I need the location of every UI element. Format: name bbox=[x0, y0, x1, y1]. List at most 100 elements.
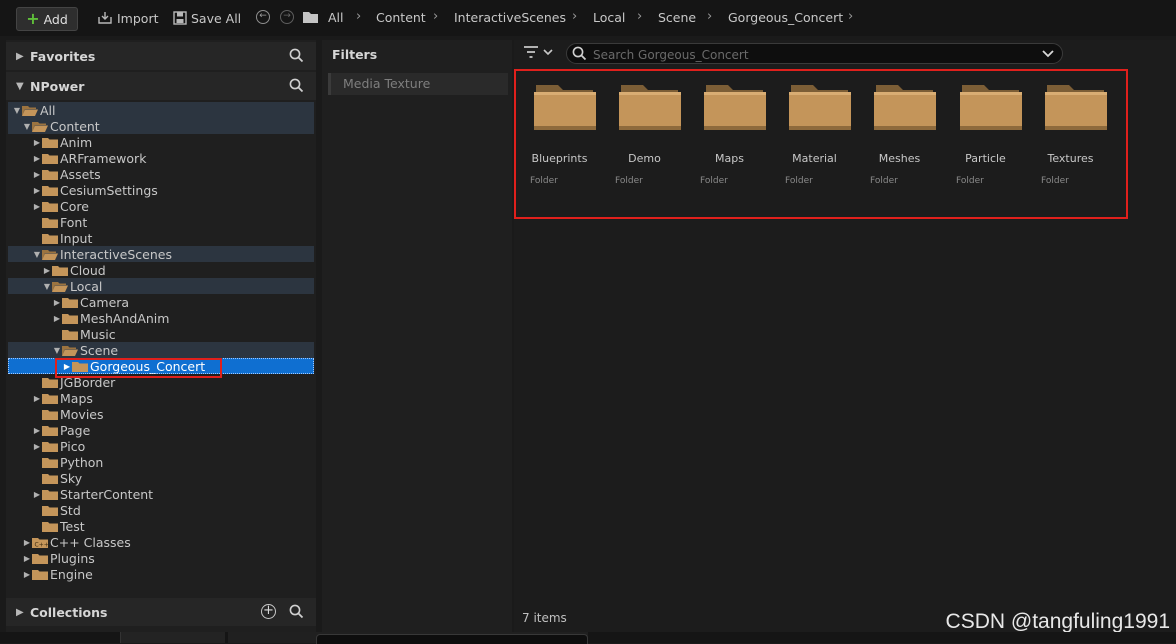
tree-item[interactable]: ▶ Engine bbox=[8, 566, 314, 582]
tree-item[interactable]: Test bbox=[8, 518, 314, 534]
tree-item[interactable]: ▶ Plugins bbox=[8, 550, 314, 566]
annotation-highlight-box bbox=[514, 69, 1128, 219]
caret-right-icon[interactable]: ▶ bbox=[22, 570, 32, 579]
tree-item[interactable]: ▶ ARFramework bbox=[8, 150, 314, 166]
caret-right-icon[interactable]: ▶ bbox=[32, 138, 42, 147]
folder-icon bbox=[42, 217, 58, 228]
folder-icon bbox=[42, 457, 58, 468]
tree-item[interactable]: ▶ StarterContent bbox=[8, 486, 314, 502]
tree-item[interactable]: ▼ InteractiveScenes bbox=[8, 246, 314, 262]
folder-icon bbox=[42, 393, 58, 404]
tree-item-label: Sky bbox=[60, 470, 83, 486]
project-header[interactable]: ▼ NPower bbox=[6, 72, 316, 100]
caret-right-icon[interactable]: ▶ bbox=[32, 442, 42, 451]
folder-icon bbox=[32, 553, 48, 564]
chevron-right-icon[interactable]: › bbox=[572, 9, 577, 24]
folder-icon bbox=[32, 569, 48, 580]
tree-item[interactable]: ▼ Content bbox=[8, 118, 314, 134]
breadcrumb-gorgeous-concert[interactable]: Gorgeous_Concert bbox=[728, 10, 843, 25]
chevron-right-icon[interactable]: › bbox=[356, 9, 361, 24]
tree-item[interactable]: Movies bbox=[8, 406, 314, 422]
tree-item[interactable]: ▼ All bbox=[8, 102, 314, 118]
tree-item[interactable]: Std bbox=[8, 502, 314, 518]
tree-item-label: Movies bbox=[60, 406, 104, 422]
add-button[interactable]: + Add bbox=[16, 7, 78, 31]
tree-item[interactable]: ▶ C++ C++ Classes bbox=[8, 534, 314, 550]
tree-item[interactable]: ▶ Pico bbox=[8, 438, 314, 454]
favorites-header[interactable]: ▶ Favorites bbox=[6, 42, 316, 70]
chevron-right-icon[interactable]: › bbox=[707, 9, 712, 24]
caret-right-icon[interactable]: ▶ bbox=[22, 554, 32, 563]
tree-item-label: All bbox=[40, 102, 56, 118]
tree-item[interactable]: ▶ Cloud bbox=[8, 262, 314, 278]
folder-icon bbox=[42, 153, 58, 164]
asset-search-bar[interactable] bbox=[566, 43, 1063, 64]
caret-right-icon[interactable]: ▶ bbox=[22, 538, 32, 547]
caret-right-icon[interactable]: ▶ bbox=[32, 426, 42, 435]
caret-down-icon[interactable]: ▼ bbox=[12, 106, 22, 115]
caret-right-icon[interactable]: ▶ bbox=[32, 394, 42, 403]
caret-down-icon[interactable]: ▼ bbox=[16, 81, 28, 92]
tree-item[interactable]: ▶ MeshAndAnim bbox=[8, 310, 314, 326]
breadcrumb-interactivescenes[interactable]: InteractiveScenes bbox=[454, 10, 566, 25]
filter-item-media-texture[interactable]: Media Texture bbox=[328, 73, 508, 95]
chevron-right-icon[interactable]: › bbox=[637, 9, 642, 24]
caret-right-icon[interactable]: ▶ bbox=[32, 202, 42, 211]
tree-item[interactable]: Sky bbox=[8, 470, 314, 486]
caret-right-icon[interactable]: ▶ bbox=[16, 607, 28, 618]
tree-item[interactable]: Python bbox=[8, 454, 314, 470]
save-all-button[interactable]: Save All bbox=[173, 7, 241, 29]
folder-icon bbox=[62, 297, 78, 308]
caret-right-icon[interactable]: ▶ bbox=[32, 154, 42, 163]
tree-item[interactable]: ▼ Scene bbox=[8, 342, 314, 358]
breadcrumb-local[interactable]: Local bbox=[593, 10, 625, 25]
tree-item[interactable]: ▶ Core bbox=[8, 198, 314, 214]
caret-right-icon[interactable]: ▶ bbox=[52, 314, 62, 323]
collections-header[interactable]: ▶ Collections + bbox=[6, 598, 316, 626]
folder-icon bbox=[42, 169, 58, 180]
search-icon[interactable] bbox=[289, 78, 304, 93]
caret-down-icon[interactable]: ▼ bbox=[42, 282, 52, 291]
cpp-folder-icon: C++ bbox=[32, 537, 48, 548]
asset-search-input[interactable] bbox=[591, 45, 1035, 64]
caret-right-icon[interactable]: ▶ bbox=[32, 186, 42, 195]
tree-item[interactable]: ▶ Page bbox=[8, 422, 314, 438]
tree-item[interactable]: ▶ Maps bbox=[8, 390, 314, 406]
caret-right-icon[interactable]: ▶ bbox=[42, 266, 52, 275]
tree-item[interactable]: ▶ Anim bbox=[8, 134, 314, 150]
tree-item[interactable]: ▶ Assets bbox=[8, 166, 314, 182]
forward-arrow-icon[interactable]: → bbox=[280, 10, 294, 24]
caret-down-icon[interactable]: ▼ bbox=[32, 250, 42, 259]
tree-item[interactable]: Font bbox=[8, 214, 314, 230]
search-icon[interactable] bbox=[289, 48, 304, 63]
tree-item[interactable]: Input bbox=[8, 230, 314, 246]
filter-dropdown-button[interactable] bbox=[523, 46, 553, 58]
tree-item-label: Python bbox=[60, 454, 104, 470]
tree-item-label: Content bbox=[50, 118, 100, 134]
chevron-right-icon[interactable]: › bbox=[433, 9, 438, 24]
caret-down-icon[interactable]: ▼ bbox=[52, 346, 62, 355]
add-collection-icon[interactable]: + bbox=[261, 604, 276, 619]
folder-open-icon bbox=[52, 281, 68, 292]
search-icon bbox=[572, 46, 587, 61]
search-icon[interactable] bbox=[289, 604, 304, 619]
chevron-down-icon[interactable] bbox=[1042, 49, 1054, 58]
bottom-tab[interactable] bbox=[120, 632, 225, 643]
tree-item[interactable]: ▶ Camera bbox=[8, 294, 314, 310]
breadcrumb-content[interactable]: Content bbox=[376, 10, 426, 25]
tree-item[interactable]: Music bbox=[8, 326, 314, 342]
toolbar: + Add Import Save All ← → All › Content … bbox=[0, 0, 1176, 36]
tree-item[interactable]: ▼ Local bbox=[8, 278, 314, 294]
caret-right-icon[interactable]: ▶ bbox=[16, 51, 28, 62]
chevron-right-icon[interactable]: › bbox=[848, 9, 853, 24]
caret-right-icon[interactable]: ▶ bbox=[52, 298, 62, 307]
import-button[interactable]: Import bbox=[97, 7, 159, 29]
caret-right-icon[interactable]: ▶ bbox=[32, 490, 42, 499]
caret-right-icon[interactable]: ▶ bbox=[32, 170, 42, 179]
add-button-label: Add bbox=[43, 11, 68, 27]
tree-item[interactable]: ▶ CesiumSettings bbox=[8, 182, 314, 198]
breadcrumb-scene[interactable]: Scene bbox=[658, 10, 696, 25]
caret-down-icon[interactable]: ▼ bbox=[22, 122, 32, 131]
back-arrow-icon[interactable]: ← bbox=[256, 10, 270, 24]
breadcrumb-all[interactable]: All bbox=[328, 10, 344, 25]
